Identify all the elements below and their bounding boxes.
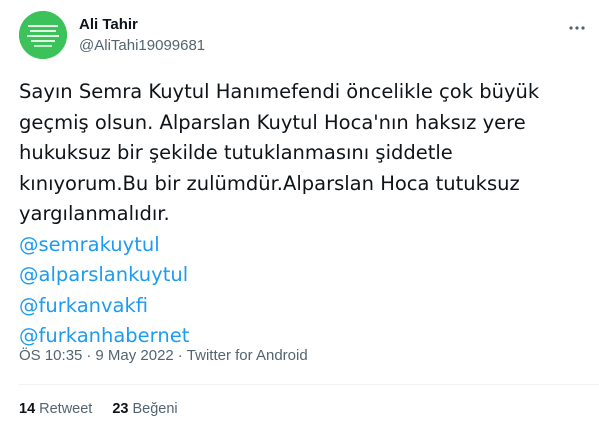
author-name[interactable]: Ali Tahir	[79, 15, 138, 35]
likes-count: 23	[112, 401, 129, 417]
tweet-text-line: geçmiş olsun. Alparslan Kuytul Hoca'nın …	[19, 110, 526, 134]
likes-label: Beğeni	[132, 401, 178, 417]
tweet-meta: ÖS 10:35 · 9 May 2022 · Twitter for Android	[19, 346, 308, 366]
retweets-stat-link[interactable]: 14 Retweet	[19, 399, 92, 419]
tweet-time-link[interactable]: ÖS 10:35	[19, 347, 82, 364]
more-dots-icon	[569, 26, 585, 30]
tweet-text-line: yargılanmalıdır.	[19, 202, 170, 225]
tweet-text-line: hukuksuz bir şekilde tutuklanmasını şidd…	[19, 141, 453, 164]
author-handle[interactable]: @AliTahi19099681	[79, 36, 205, 56]
likes-stat-link[interactable]: 23 Beğeni	[112, 399, 177, 419]
tweet-text-line: Sayın Semra Kuytul Hanımefendi öncelikle…	[19, 80, 540, 103]
retweets-label: Retweet	[39, 401, 93, 417]
tweet-card: Ali Tahir @AliTahi19099681 Sayın Semra K…	[0, 0, 599, 424]
mention-link-furkanvakfi[interactable]: @furkanvakfi	[19, 291, 148, 322]
meta-separator: ·	[86, 347, 92, 364]
retweets-count: 14	[19, 401, 36, 417]
divider	[19, 384, 599, 385]
tweet-date-link[interactable]: 9 May 2022	[95, 347, 173, 364]
tweet-text: Sayın Semra Kuytul Hanımefendi öncelikle…	[19, 77, 594, 352]
mention-link-alparslankuytul[interactable]: @alparslankuytul	[19, 260, 188, 291]
tweet-source-link[interactable]: Twitter for Android	[187, 347, 308, 364]
tweet-text-line: kınıyorum.Bu bir zulümdür.Alparslan Hoca…	[19, 171, 520, 195]
mention-link-semrakuytul[interactable]: @semrakuytul	[19, 230, 160, 261]
avatar[interactable]	[19, 11, 67, 59]
avatar-logo-icon	[19, 11, 67, 59]
meta-separator: ·	[177, 347, 183, 364]
tweet-stats: 14 Retweet 23 Beğeni	[19, 399, 198, 419]
more-options-button[interactable]	[562, 16, 592, 40]
